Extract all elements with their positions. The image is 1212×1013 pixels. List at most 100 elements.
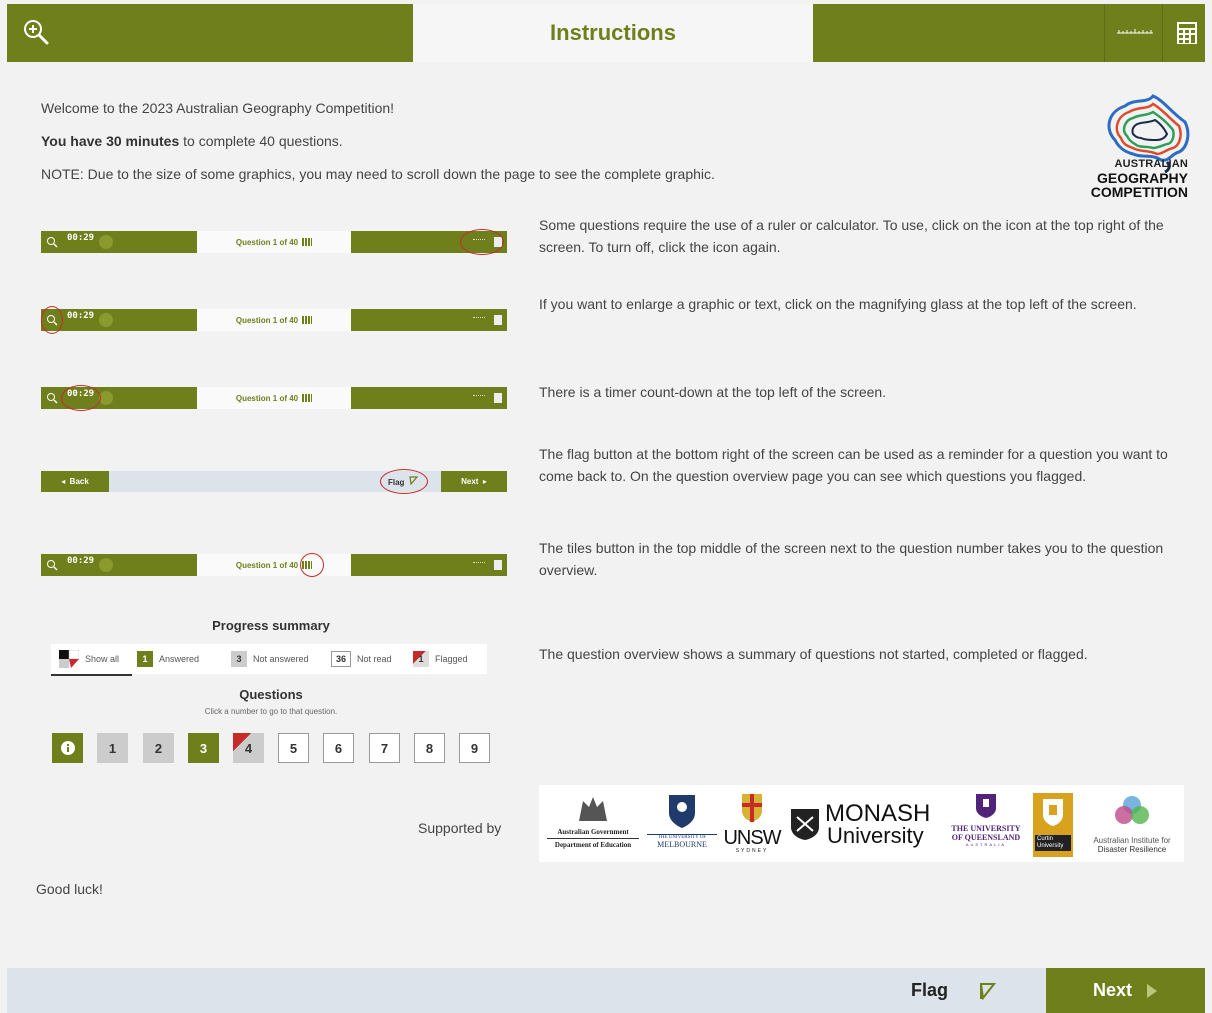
calculator-icon: [494, 315, 502, 325]
hide-time-icon: [99, 235, 113, 249]
example-bar-right: [351, 554, 507, 576]
coat-of-arms-icon: [579, 797, 607, 821]
example-bar-left: 00:29: [41, 231, 197, 253]
example-bar-left: 00:29: [41, 554, 197, 576]
instruction-tools: Some questions require the use of a rule…: [539, 217, 1164, 255]
time-rest: to complete 40 questions.: [179, 133, 343, 149]
highlight-oval: [300, 553, 324, 577]
flag-label: Flag: [911, 980, 949, 1000]
info-icon: [60, 741, 75, 755]
next-label: Next: [1092, 980, 1132, 1000]
instruction-magnifier: If you want to enlarge a graphic or text…: [539, 296, 1137, 312]
curtin-university-logo: Curtin University: [1033, 793, 1073, 857]
show-all-icon: [59, 650, 79, 668]
monash-crest-icon: [791, 809, 819, 840]
question-tile-6: 6: [323, 733, 354, 763]
filter-count: 1: [413, 651, 429, 667]
unsw-crest-icon: [742, 794, 762, 822]
melbourne-line-2: MELBOURNE: [657, 840, 707, 849]
ruler-icon[interactable]: [1115, 22, 1155, 42]
chevron-right-icon: [1147, 983, 1157, 998]
time-text: You have 30 minutes to complete 40 quest…: [41, 133, 343, 149]
question-tile-2: 2: [143, 733, 174, 763]
example-bar-tools: 00:29 Question 1 of 40: [41, 229, 507, 255]
australian-government-logo: Australian Government Department of Educ…: [547, 793, 639, 849]
example-next-button: Next ▸: [441, 471, 507, 492]
example-next-label: Next: [461, 477, 479, 486]
filter-not-read: 36 Not read: [331, 644, 392, 674]
questions-subtitle: Click a number to go to that question.: [204, 707, 338, 716]
gov-line-2: Department of Education: [554, 841, 632, 849]
calculator-icon: [494, 393, 502, 403]
example-bar-middle: Question 1 of 40: [197, 309, 351, 331]
ruler-icon: [473, 562, 485, 565]
logo-line-1: AUSTRALIAN: [1114, 158, 1188, 170]
filter-label: Not answered: [253, 654, 309, 664]
example-back-label: Back: [69, 477, 89, 486]
question-tile-4: 4: [233, 733, 264, 763]
calculator-icon: [494, 560, 502, 570]
aidr-line-1: Australian Institute for: [1093, 836, 1171, 845]
uq-crest-icon: [976, 794, 996, 818]
example-bar-middle: Question 1 of 40: [197, 554, 351, 576]
progress-summary-bar: Show all 1 Answered 3 Not answered 36 No…: [51, 644, 487, 674]
example-bar-tiles: 00:29 Question 1 of 40: [41, 553, 507, 577]
logo-line-2: GEOGRAPHY: [1096, 170, 1188, 186]
calculator-icon[interactable]: [1175, 20, 1201, 46]
divider: [1162, 4, 1163, 62]
welcome-text: Welcome to the 2023 Australian Geography…: [41, 100, 395, 116]
ruler-icon: [473, 317, 485, 320]
hide-time-icon: [99, 558, 113, 572]
page-title: Instructions: [550, 20, 676, 45]
supported-by-label: Supported by: [418, 820, 502, 836]
example-nav-bar: ◂ Back Flag Next ▸: [41, 469, 507, 494]
university-of-melbourne-logo: THE UNIVERSITY OF MELBOURNE: [647, 793, 717, 849]
info-tile: [52, 733, 83, 763]
example-question-label: Question 1 of 40: [235, 560, 299, 570]
active-filter-underline: [51, 674, 132, 676]
example-bar-right: [351, 387, 507, 409]
question-tile-8: 8: [414, 733, 445, 763]
aidr-icon: [1115, 796, 1149, 824]
uq-line-2: OF QUEENSLAND: [951, 833, 1021, 842]
hide-time-icon: [99, 391, 113, 405]
example-bar-left: 00:29: [41, 309, 197, 331]
filter-answered: 1 Answered: [137, 644, 199, 674]
good-luck-text: Good luck!: [36, 881, 103, 897]
magnifier-icon[interactable]: [21, 17, 51, 47]
time-bold: You have 30 minutes: [41, 133, 180, 149]
shield-icon: [669, 795, 695, 828]
filter-count: 3: [231, 651, 247, 667]
tiles-icon: [302, 394, 313, 402]
filter-label: Not read: [357, 654, 392, 664]
page-title-box: Instructions: [413, 4, 813, 62]
questions-title: Questions: [239, 687, 303, 702]
example-timer: 00:29: [67, 556, 95, 566]
question-tile-3: 3: [188, 733, 219, 763]
note-text: NOTE: Due to the size of some graphics, …: [41, 166, 715, 182]
next-button[interactable]: Next: [1046, 968, 1205, 1013]
flag-button[interactable]: Flag: [903, 968, 1043, 1013]
example-back-button: ◂ Back: [41, 471, 109, 492]
example-bar-middle: Question 1 of 40: [197, 231, 351, 253]
unsw-logo: UNSW SYDNEY: [721, 793, 783, 854]
ruler-icon: [473, 395, 485, 398]
hide-time-icon: [99, 313, 113, 327]
filter-show-all: Show all: [59, 644, 119, 674]
sponsor-logos: Australian Government Department of Educ…: [539, 785, 1184, 862]
highlight-oval: [460, 229, 504, 255]
highlight-oval: [380, 469, 428, 494]
aidr-logo: Australian Institute for Disaster Resili…: [1082, 795, 1182, 854]
question-tile-1: 1: [97, 733, 128, 763]
question-tile-9: 9: [459, 733, 490, 763]
instruction-overview: The question overview shows a summary of…: [539, 646, 1088, 662]
logo-line-3: COMPETITION: [1090, 184, 1188, 200]
highlight-oval: [41, 306, 63, 334]
flag-icon: [979, 982, 997, 1000]
gov-line-1: Australian Government: [547, 828, 639, 839]
example-bar-magnifier: 00:29 Question 1 of 40: [41, 306, 507, 334]
filter-not-answered: 3 Not answered: [231, 644, 309, 674]
unsw-text: UNSW: [723, 827, 781, 849]
uq-line-1: THE UNIVERSITY: [951, 824, 1021, 833]
top-bar: Instructions: [7, 4, 1205, 62]
